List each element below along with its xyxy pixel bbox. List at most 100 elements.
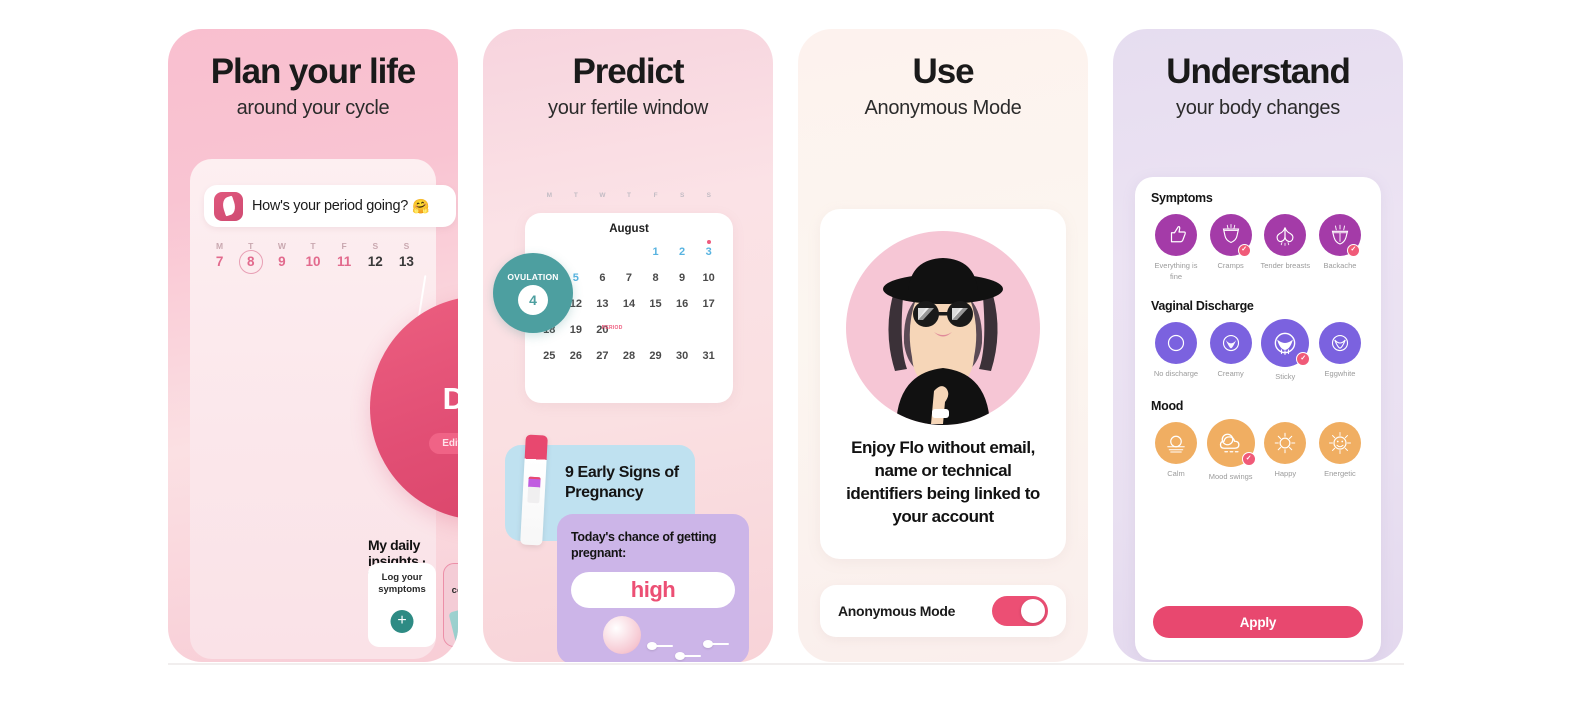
calendar-day[interactable]: 14 — [616, 291, 643, 317]
energetic-mood-icon[interactable] — [1318, 421, 1361, 464]
option-creamy[interactable]: Creamy — [1206, 321, 1256, 383]
calendar-day-number: 1 — [652, 246, 659, 258]
calendar-month-label: August — [609, 223, 649, 235]
calendar-day[interactable]: 8 — [642, 265, 669, 291]
panel-3-header: Use Anonymous Mode — [798, 29, 1088, 120]
option-label: Everything is fine — [1154, 261, 1198, 281]
plus-icon[interactable]: + — [390, 610, 414, 633]
calendar-day[interactable]: 15 — [642, 291, 669, 317]
calendar-day-period[interactable]: PERIOD 21 — [602, 317, 643, 343]
insight-card-log-symptoms[interactable]: Log your symptoms + — [368, 563, 436, 647]
pregnancy-chance-card[interactable]: Today's chance of getting pregnant: high — [557, 514, 749, 662]
panel-predict: Predict your fertile window M T W T F S … — [483, 29, 773, 662]
day-cell[interactable]: 13 — [391, 254, 422, 269]
day-cell[interactable]: 9 — [266, 254, 297, 269]
option-backache[interactable]: ✓ Backache — [1315, 214, 1365, 283]
calendar-day-number: 23 — [675, 324, 689, 336]
anonymous-mode-toggle[interactable] — [992, 596, 1048, 626]
calendar-day[interactable]: 27 — [589, 343, 616, 369]
option-sticky[interactable]: ✓ Sticky — [1260, 318, 1311, 383]
day-cell[interactable]: 7 — [204, 254, 235, 269]
option-cramps[interactable]: ✓ Cramps — [1206, 214, 1256, 283]
calendar-day-number: 15 — [649, 298, 662, 310]
weekday-label: F — [653, 192, 658, 199]
section-heading-mood: Mood — [1151, 398, 1184, 413]
option-label: Mood swings — [1208, 471, 1253, 481]
period-question-bubble[interactable]: How's your period going? 🤗 — [204, 185, 456, 227]
weekday-label: S — [680, 192, 685, 199]
calendar-day[interactable]: 1 — [642, 239, 669, 265]
calendar-day[interactable]: 9 — [669, 265, 696, 291]
option-happy[interactable]: Happy — [1260, 421, 1310, 483]
option-label: Happy — [1274, 468, 1297, 478]
calendar-day[interactable]: 6 — [589, 265, 616, 291]
section-heading-symptoms: Symptoms — [1151, 191, 1213, 205]
calendar-day[interactable]: 2 — [669, 239, 696, 265]
weekday-label: T — [573, 192, 578, 199]
mood-swings-icon[interactable]: ✓ — [1206, 418, 1256, 467]
calendar-day[interactable]: 30 — [669, 343, 696, 369]
eggwhite-discharge-icon[interactable] — [1318, 321, 1361, 364]
no-discharge-icon[interactable] — [1155, 321, 1197, 364]
option-no-discharge[interactable]: No discharge — [1151, 321, 1201, 383]
calendar-day[interactable]: 29 — [642, 343, 669, 369]
option-calm[interactable]: Calm — [1151, 421, 1201, 483]
calendar-day-number: 14 — [622, 298, 636, 310]
calendar-day[interactable]: 13 — [589, 291, 616, 317]
calendar-day-period[interactable]: 22 — [642, 317, 669, 343]
calendar-day-number: 19 — [569, 324, 582, 336]
calendar-day[interactable]: 10 — [695, 265, 722, 291]
option-mood-swings[interactable]: ✓ Mood swings — [1206, 418, 1256, 483]
creamy-discharge-icon[interactable] — [1209, 321, 1252, 364]
calendar-day[interactable]: 31 — [695, 343, 722, 369]
sperm-icon — [675, 652, 701, 660]
period-range-label: PERIOD — [601, 325, 623, 331]
calendar-day-number: 9 — [679, 272, 686, 284]
tender-breasts-icon[interactable] — [1264, 214, 1307, 256]
selected-check-icon: ✓ — [1346, 244, 1360, 257]
screenshot-root: Plan your life around your cycle How's y… — [0, 0, 1570, 704]
calendar-day-number: 21 — [622, 324, 636, 336]
option-everything-is-fine[interactable]: Everything is fine — [1151, 214, 1201, 283]
edit-period-dates-button[interactable]: Edit period dates — [429, 432, 458, 454]
calendar-day[interactable]: 3 — [695, 239, 722, 265]
calm-mood-icon[interactable] — [1155, 421, 1197, 464]
sticky-discharge-icon[interactable]: ✓ — [1261, 318, 1311, 367]
day-cell[interactable]: 11 — [329, 254, 360, 269]
calendar-day[interactable]: 19 — [563, 317, 590, 343]
panel-2-subtitle: your fertile window — [548, 96, 708, 119]
panel-1-subtitle: around your cycle — [236, 96, 390, 119]
calendar-day-number: 17 — [702, 298, 715, 310]
option-tender-breasts[interactable]: Tender breasts — [1260, 214, 1310, 283]
insight-card-birth-control[interactable]: Birth control 101 — [443, 563, 458, 647]
cramps-icon[interactable]: ✓ — [1209, 214, 1252, 257]
calendar-day-number: 16 — [675, 298, 689, 310]
weekday-label: T — [627, 192, 632, 199]
panel-plan-your-life: Plan your life around your cycle How's y… — [168, 29, 458, 662]
happy-mood-icon[interactable] — [1264, 421, 1307, 464]
calendar-day[interactable]: 26 — [563, 343, 590, 369]
day-cell[interactable]: 12 — [360, 254, 391, 269]
bottom-divider — [168, 663, 1404, 665]
weekday-label: S — [403, 241, 410, 251]
weekday-label: F — [341, 241, 347, 251]
backache-icon[interactable]: ✓ — [1318, 214, 1361, 257]
calendar-day[interactable]: 28 — [616, 343, 643, 369]
calendar-day-period[interactable]: 23 — [669, 317, 696, 343]
option-energetic[interactable]: Energetic — [1315, 421, 1365, 483]
calendar-day[interactable]: 16 — [669, 291, 696, 317]
calendar-day[interactable]: 7 — [616, 265, 643, 291]
calendar-day[interactable]: 17 — [695, 291, 722, 317]
ovulation-day: 4 — [518, 284, 548, 315]
anonymous-mode-toggle-row[interactable]: Anonymous Mode — [820, 585, 1066, 637]
thumbs-up-icon[interactable] — [1155, 214, 1197, 256]
day-cell[interactable]: 10 — [297, 254, 328, 269]
apply-button[interactable]: Apply — [1153, 606, 1363, 638]
calendar-day-number: 28 — [622, 350, 636, 362]
day-cell-selected[interactable]: 8 — [235, 254, 266, 269]
calendar-day[interactable]: 25 — [536, 343, 563, 369]
selected-check-icon: ✓ — [1296, 351, 1311, 366]
calendar-day-period[interactable]: 24 — [695, 317, 722, 343]
calendar-weekday-row: M T W T F S S — [525, 192, 733, 199]
option-eggwhite[interactable]: Eggwhite — [1315, 321, 1365, 383]
